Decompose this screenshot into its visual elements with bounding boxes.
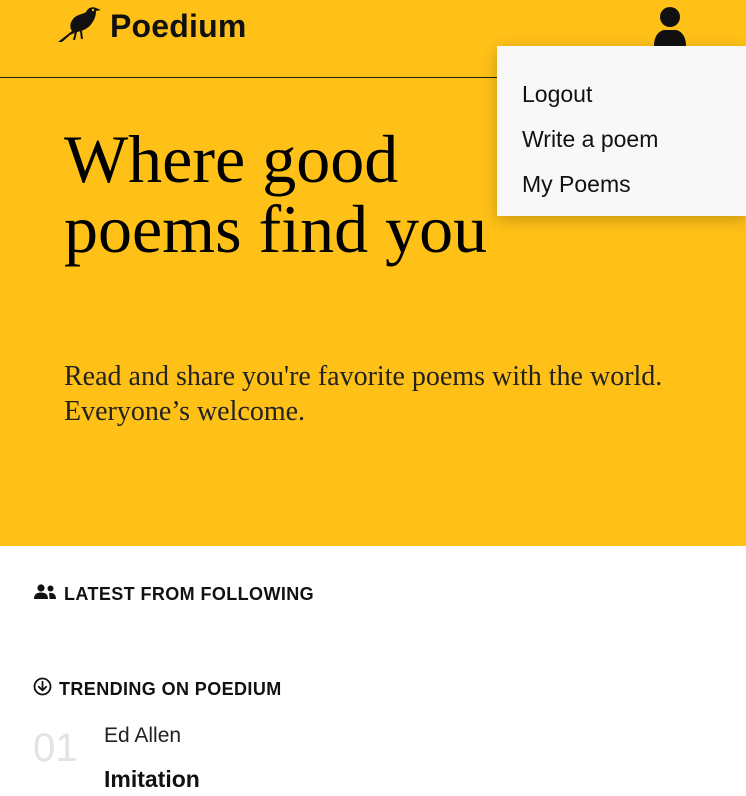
users-icon bbox=[33, 584, 64, 605]
menu-item-logout[interactable]: Logout bbox=[497, 79, 746, 124]
brand-logo[interactable]: Poedium bbox=[55, 6, 247, 46]
trending-rank: 01 bbox=[33, 726, 78, 770]
user-menu-button[interactable] bbox=[651, 6, 689, 46]
trending-poem-title[interactable]: Imitation bbox=[104, 766, 200, 793]
crow-icon bbox=[55, 4, 103, 49]
hero-subtitle: Read and share you're favorite poems wit… bbox=[64, 361, 663, 427]
trending-author[interactable]: Ed Allen bbox=[104, 724, 181, 748]
brand-name: Poedium bbox=[110, 7, 247, 44]
hero-title-line-2: poems find you bbox=[64, 191, 488, 267]
hero-title-line-1: Where good bbox=[64, 121, 399, 197]
arrow-circle-down-icon bbox=[33, 677, 59, 701]
section-label: LATEST FROM FOLLOWING bbox=[64, 584, 315, 604]
section-trending: TRENDING ON POEDIUM bbox=[33, 677, 282, 701]
menu-item-write-poem[interactable]: Write a poem bbox=[497, 124, 746, 169]
user-dropdown-menu: Logout Write a poem My Poems bbox=[497, 46, 746, 216]
section-latest-from-following: LATEST FROM FOLLOWING bbox=[33, 584, 314, 605]
section-label: TRENDING ON POEDIUM bbox=[59, 678, 282, 699]
menu-item-my-poems[interactable]: My Poems bbox=[497, 169, 746, 214]
